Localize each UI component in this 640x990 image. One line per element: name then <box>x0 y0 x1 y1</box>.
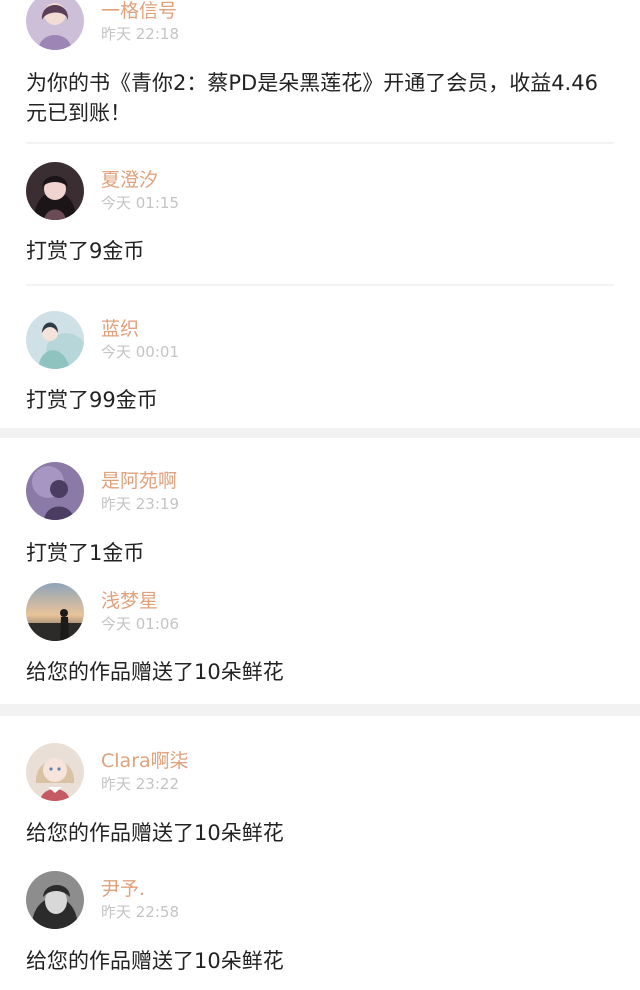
notification-message: 给您的作品赠送了10朵鲜花 <box>26 949 284 973</box>
username[interactable]: 是阿苑啊 <box>101 469 177 493</box>
notification-item[interactable]: 浅梦星 今天 01:06 给您的作品赠送了10朵鲜花 <box>0 578 640 684</box>
notification-message: 打赏了99金币 <box>26 388 158 412</box>
timestamp: 今天 00:01 <box>101 343 179 361</box>
user-avatar[interactable] <box>26 311 84 369</box>
divider <box>26 284 614 286</box>
girl-dark-hair-avatar <box>26 162 84 220</box>
timestamp: 今天 01:06 <box>101 615 179 633</box>
username[interactable]: 蓝织 <box>101 317 139 341</box>
timestamp: 今天 01:15 <box>101 194 179 212</box>
notification-message: 打赏了9金币 <box>26 239 145 263</box>
section-gap <box>0 428 640 438</box>
notification-item[interactable]: Clara啊柒 昨天 23:22 给您的作品赠送了10朵鲜花 <box>0 738 640 845</box>
bw-girl-avatar <box>26 871 84 929</box>
notification-item[interactable]: 一格信号 昨天 22:18 为你的书《青你2：蔡PD是朵黑莲花》开通了会员，收益… <box>0 0 640 125</box>
user-avatar[interactable] <box>26 743 84 801</box>
notification-item[interactable]: 是阿苑啊 昨天 23:19 打赏了1金币 <box>0 458 640 565</box>
sunset-silhouette-avatar <box>26 583 84 641</box>
notification-item[interactable]: 尹予. 昨天 22:58 给您的作品赠送了10朵鲜花 <box>0 866 640 973</box>
username[interactable]: 尹予. <box>101 877 145 901</box>
username[interactable]: 夏澄汐 <box>101 168 158 192</box>
user-avatar[interactable] <box>26 462 84 520</box>
notification-message: 给您的作品赠送了10朵鲜花 <box>26 821 284 845</box>
username[interactable]: 一格信号 <box>101 0 177 23</box>
notification-message: 为你的书《青你2：蔡PD是朵黑莲花》开通了会员，收益4.46元已到账！ <box>26 71 598 125</box>
user-avatar[interactable] <box>26 0 84 50</box>
notification-item[interactable]: 蓝织 今天 00:01 打赏了99金币 <box>0 310 640 412</box>
timestamp: 昨天 23:19 <box>101 495 179 513</box>
section-gap <box>0 704 640 716</box>
username[interactable]: Clara啊柒 <box>101 749 189 773</box>
timestamp: 昨天 22:58 <box>101 903 179 921</box>
girl-lavender-avatar <box>26 0 84 50</box>
doll-girl-avatar <box>26 743 84 801</box>
username[interactable]: 浅梦星 <box>101 589 158 613</box>
timestamp: 昨天 22:18 <box>101 25 179 43</box>
notification-item[interactable]: 夏澄汐 今天 01:15 打赏了9金币 <box>0 160 640 263</box>
hanfu-girl-avatar <box>26 311 84 369</box>
timestamp: 昨天 23:22 <box>101 775 179 793</box>
user-avatar[interactable] <box>26 583 84 641</box>
user-avatar[interactable] <box>26 871 84 929</box>
purple-silhouette-avatar <box>26 462 84 520</box>
user-avatar[interactable] <box>26 162 84 220</box>
notification-message: 给您的作品赠送了10朵鲜花 <box>26 660 284 684</box>
divider <box>26 142 614 144</box>
notification-message: 打赏了1金币 <box>26 541 145 565</box>
